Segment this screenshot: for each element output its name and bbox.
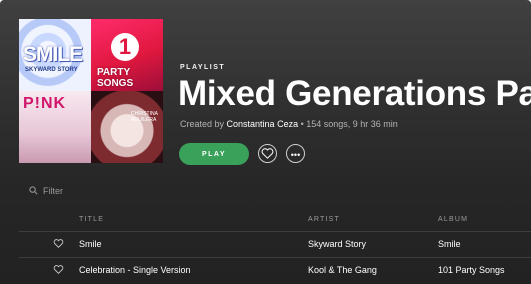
heart-icon[interactable] xyxy=(53,264,64,275)
column-header-artist[interactable]: ARTIST xyxy=(308,216,340,223)
track-album-link[interactable]: Smile xyxy=(438,239,461,249)
smile-skyward-story-cover: SMILE SKYWARD STORY xyxy=(19,19,91,91)
created-by-prefix: Created by xyxy=(180,119,227,129)
cover-text: SMILE xyxy=(23,43,83,66)
playlist-meta: Created by Constantina Ceza • 154 songs,… xyxy=(180,119,398,129)
playlist-title: Mixed Generations Party xyxy=(178,74,531,113)
playlist-type-label: PLAYLIST xyxy=(180,64,226,71)
column-header-album[interactable]: ALBUM xyxy=(438,216,468,223)
heart-icon xyxy=(261,148,274,159)
playlist-view: SMILE SKYWARD STORY 1 PARTY SONGS P!NK C… xyxy=(0,0,531,284)
cover-text: CHRISTINA AGUILERA xyxy=(131,111,158,123)
play-button[interactable]: PLAY xyxy=(179,143,249,165)
owner-link[interactable]: Constantina Ceza xyxy=(227,119,299,129)
pink-cover: P!NK xyxy=(19,91,91,163)
filter-placeholder: Filter xyxy=(43,186,63,196)
party-songs-cover: 1 PARTY SONGS xyxy=(91,19,163,91)
cover-subtext: SKYWARD STORY xyxy=(25,67,78,73)
heart-icon[interactable] xyxy=(53,238,64,249)
track-album-link[interactable]: 101 Party Songs xyxy=(438,265,505,275)
filter-field[interactable]: Filter xyxy=(29,186,63,196)
track-artist-link[interactable]: Kool & The Gang xyxy=(308,265,377,275)
track-row[interactable]: Celebration - Single Version Kool & The … xyxy=(0,257,531,283)
track-artist-link[interactable]: Skyward Story xyxy=(308,239,366,249)
playlist-cover-mosaic[interactable]: SMILE SKYWARD STORY 1 PARTY SONGS P!NK C… xyxy=(19,19,163,163)
balloon-graphic: 1 xyxy=(111,33,139,61)
save-heart-button[interactable] xyxy=(258,144,277,163)
search-icon xyxy=(29,186,38,195)
column-header-title[interactable]: TITLE xyxy=(79,216,104,223)
track-title: Smile xyxy=(79,239,102,249)
playlist-stats: • 154 songs, 9 hr 36 min xyxy=(298,119,398,129)
cover-text: P!NK xyxy=(23,95,67,112)
more-options-button[interactable]: ••• xyxy=(286,144,305,163)
track-row[interactable]: Smile Skyward Story Smile xyxy=(0,231,531,257)
cover-text: PARTY SONGS xyxy=(97,67,134,89)
christina-aguilera-cover: CHRISTINA AGUILERA xyxy=(91,91,163,163)
ellipsis-icon: ••• xyxy=(290,150,301,160)
track-title: Celebration - Single Version xyxy=(79,265,191,275)
